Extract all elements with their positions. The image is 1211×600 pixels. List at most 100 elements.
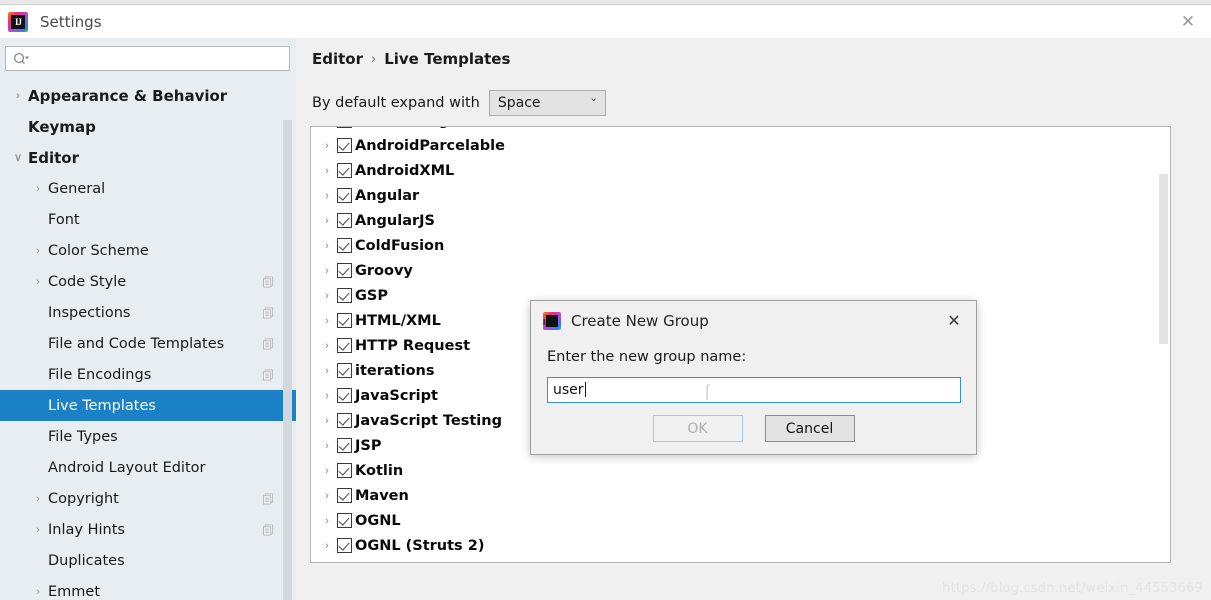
sidebar-item-file-types[interactable]: ›File Types bbox=[0, 421, 296, 452]
chevron-right-icon[interactable]: › bbox=[317, 390, 337, 402]
sidebar-item-font[interactable]: ›Font bbox=[0, 204, 296, 235]
sidebar-item-copyright[interactable]: › Copyright bbox=[0, 483, 296, 514]
template-group-row[interactable]: › AndroidLog bbox=[311, 126, 1170, 133]
sidebar-item-inspections[interactable]: ›Inspections bbox=[0, 297, 296, 328]
sidebar-item-general[interactable]: › General bbox=[0, 173, 296, 204]
template-group-checkbox[interactable] bbox=[337, 363, 352, 378]
chevron-right-icon[interactable]: › bbox=[8, 90, 28, 102]
breadcrumb-root[interactable]: Editor bbox=[312, 50, 363, 68]
template-group-row[interactable]: › AndroidParcelable bbox=[311, 133, 1170, 158]
template-group-checkbox[interactable] bbox=[337, 213, 352, 228]
settings-window: IJ Settings ✕ ›Appearance & Behavior›Key… bbox=[0, 0, 1211, 600]
template-group-row[interactable]: › Maven bbox=[311, 483, 1170, 508]
chevron-right-icon[interactable]: › bbox=[317, 365, 337, 377]
template-group-checkbox[interactable] bbox=[337, 513, 352, 528]
sidebar-scrollbar-thumb[interactable] bbox=[283, 120, 292, 600]
chevron-right-icon[interactable]: › bbox=[317, 290, 337, 302]
ibeam-cursor-icon: ⌠ bbox=[703, 383, 712, 399]
dialog-close-icon[interactable]: ✕ bbox=[942, 309, 966, 333]
template-group-label: AndroidParcelable bbox=[355, 137, 505, 154]
template-group-row[interactable]: › AngularJS bbox=[311, 208, 1170, 233]
sidebar-item-file-encodings[interactable]: ›File Encodings bbox=[0, 359, 296, 390]
sidebar-item-label: Color Scheme bbox=[48, 242, 149, 259]
sidebar-item-android-layout-editor[interactable]: ›Android Layout Editor bbox=[0, 452, 296, 483]
breadcrumb: Editor › Live Templates bbox=[312, 50, 510, 68]
template-group-row[interactable]: › AndroidXML bbox=[311, 158, 1170, 183]
expand-with-select[interactable]: Space ˅ bbox=[488, 90, 606, 116]
chevron-right-icon[interactable]: › bbox=[317, 515, 337, 527]
chevron-right-icon[interactable]: › bbox=[28, 493, 48, 505]
list-scrollbar-thumb[interactable] bbox=[1159, 174, 1168, 344]
template-group-checkbox[interactable] bbox=[337, 138, 352, 153]
template-group-row[interactable]: › ColdFusion bbox=[311, 233, 1170, 258]
sidebar-item-inlay-hints[interactable]: › Inlay Hints bbox=[0, 514, 296, 545]
template-group-row[interactable]: › Kotlin bbox=[311, 458, 1170, 483]
cancel-button[interactable]: Cancel bbox=[764, 415, 855, 442]
chevron-right-icon[interactable]: › bbox=[317, 440, 337, 452]
chevron-right-icon[interactable]: › bbox=[317, 165, 337, 177]
template-group-row[interactable]: › OGNL (Struts 2) bbox=[311, 533, 1170, 558]
sidebar-item-emmet[interactable]: › Emmet bbox=[0, 576, 296, 600]
chevron-right-icon[interactable]: › bbox=[28, 183, 48, 195]
sidebar-item-label: Android Layout Editor bbox=[48, 459, 206, 476]
search-input[interactable] bbox=[32, 51, 289, 66]
template-group-checkbox[interactable] bbox=[337, 238, 352, 253]
sidebar-item-appearance-behavior[interactable]: › Appearance & Behavior bbox=[0, 80, 296, 111]
template-group-checkbox[interactable] bbox=[337, 463, 352, 478]
sidebar-item-keymap[interactable]: ›Keymap bbox=[0, 111, 296, 142]
chevron-right-icon[interactable]: › bbox=[317, 540, 337, 552]
template-group-label: AndroidXML bbox=[355, 162, 455, 179]
template-group-checkbox[interactable] bbox=[337, 313, 352, 328]
chevron-right-icon[interactable]: › bbox=[317, 190, 337, 202]
chevron-right-icon[interactable]: › bbox=[317, 415, 337, 427]
template-group-checkbox[interactable] bbox=[337, 263, 352, 278]
dialog-logo-letters: IJ bbox=[543, 318, 550, 327]
sidebar-item-live-templates[interactable]: ›Live Templates bbox=[0, 390, 296, 421]
template-group-checkbox[interactable] bbox=[337, 488, 352, 503]
chevron-right-icon[interactable]: › bbox=[317, 215, 337, 227]
template-group-checkbox[interactable] bbox=[337, 338, 352, 353]
dialog-title: Create New Group bbox=[571, 312, 709, 330]
sidebar-item-editor[interactable]: ∨ Editor bbox=[0, 142, 296, 173]
window-title: Settings bbox=[40, 12, 102, 31]
template-group-row[interactable]: › OGNL bbox=[311, 508, 1170, 533]
template-group-row[interactable]: › Groovy bbox=[311, 258, 1170, 283]
template-group-checkbox[interactable] bbox=[337, 388, 352, 403]
template-group-label: GSP bbox=[355, 287, 388, 304]
chevron-right-icon[interactable]: › bbox=[28, 245, 48, 257]
chevron-down-icon[interactable]: ∨ bbox=[8, 151, 28, 164]
chevron-right-icon[interactable]: › bbox=[317, 340, 337, 352]
template-group-checkbox[interactable] bbox=[337, 538, 352, 553]
template-group-checkbox[interactable] bbox=[337, 438, 352, 453]
sidebar-item-code-style[interactable]: › Code Style bbox=[0, 266, 296, 297]
chevron-right-icon[interactable]: › bbox=[317, 490, 337, 502]
template-group-checkbox[interactable] bbox=[337, 288, 352, 303]
watermark: https://blog.csdn.net/weixin_44553669 bbox=[942, 581, 1203, 596]
chevron-right-icon[interactable]: › bbox=[317, 140, 337, 152]
chevron-right-icon[interactable]: › bbox=[317, 126, 337, 127]
sidebar-item-label: File Types bbox=[48, 428, 118, 445]
chevron-right-icon[interactable]: › bbox=[317, 265, 337, 277]
sidebar-item-duplicates[interactable]: ›Duplicates bbox=[0, 545, 296, 576]
template-group-row[interactable]: › Angular bbox=[311, 183, 1170, 208]
chevron-right-icon[interactable]: › bbox=[28, 524, 48, 536]
sidebar-item-label: Live Templates bbox=[48, 397, 156, 414]
template-group-checkbox[interactable] bbox=[337, 413, 352, 428]
sidebar-item-file-and-code-templates[interactable]: ›File and Code Templates bbox=[0, 328, 296, 359]
chevron-right-icon[interactable]: › bbox=[317, 465, 337, 477]
chevron-right-icon[interactable]: › bbox=[317, 240, 337, 252]
template-group-checkbox[interactable] bbox=[337, 127, 352, 128]
template-group-checkbox[interactable] bbox=[337, 163, 352, 178]
sidebar-item-label: File Encodings bbox=[48, 366, 152, 383]
search-box[interactable] bbox=[5, 46, 290, 71]
window-close-icon[interactable]: ✕ bbox=[1165, 5, 1211, 38]
group-name-input[interactable]: user ⌠ bbox=[547, 377, 961, 403]
ok-button[interactable]: OK bbox=[652, 415, 743, 442]
chevron-right-icon[interactable]: › bbox=[317, 315, 337, 327]
sidebar-scrollbar-track[interactable] bbox=[283, 78, 294, 600]
chevron-right-icon[interactable]: › bbox=[28, 276, 48, 288]
template-group-checkbox[interactable] bbox=[337, 188, 352, 203]
chevron-right-icon[interactable]: › bbox=[28, 586, 48, 598]
chevron-right-icon: › bbox=[8, 121, 28, 133]
sidebar-item-color-scheme[interactable]: › Color Scheme bbox=[0, 235, 296, 266]
